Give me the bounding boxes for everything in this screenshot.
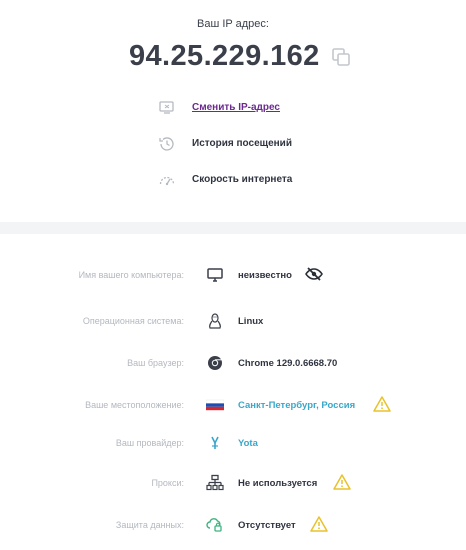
row-data-protection: Защита данных: Отсутствует xyxy=(0,514,466,538)
proxy-label: Прокси: xyxy=(151,478,184,488)
russia-flag-icon xyxy=(206,399,224,411)
browser-value: Chrome 129.0.6668.70 xyxy=(238,358,338,369)
provider-value[interactable]: Yota xyxy=(238,438,258,449)
os-label: Операционная система: xyxy=(82,316,184,326)
history-action[interactable]: История посещений xyxy=(0,135,466,155)
history-link[interactable]: История посещений xyxy=(192,138,292,149)
computer-name-label: Имя вашего компьютера: xyxy=(78,270,184,280)
data-protection-label: Защита данных: xyxy=(115,520,184,530)
speedometer-icon xyxy=(159,176,175,186)
location-value[interactable]: Санкт-Петербург, Россия xyxy=(238,400,355,411)
warning-icon xyxy=(310,516,328,532)
warning-icon xyxy=(333,474,351,490)
eye-slash-icon[interactable] xyxy=(305,266,323,282)
os-value: Linux xyxy=(238,316,264,327)
warning-icon xyxy=(373,396,391,412)
proxy-value: Не используется xyxy=(238,478,318,489)
network-icon xyxy=(206,474,224,491)
ip-label: Ваш IP адрес: xyxy=(197,18,269,30)
change-ip-icon xyxy=(159,101,174,114)
change-ip-link[interactable]: Сменить IP-адрес xyxy=(192,102,280,113)
section-divider xyxy=(0,222,466,234)
browser-label: Ваш браузер: xyxy=(127,358,184,368)
location-label: Ваше местоположение: xyxy=(85,400,184,410)
copy-icon[interactable] xyxy=(331,47,351,67)
row-browser: Ваш браузер: Chrome 129.0.6668.70 xyxy=(0,352,466,376)
row-location: Ваше местоположение: Санкт-Петербург, Ро… xyxy=(0,394,466,418)
speed-link[interactable]: Скорость интернета xyxy=(192,174,292,185)
monitor-icon xyxy=(207,268,223,282)
ip-address[interactable]: 94.25.229.162 xyxy=(129,40,320,73)
row-computer-name: Имя вашего компьютера: неизвестно xyxy=(0,264,466,288)
row-os: Операционная система: Linux xyxy=(0,310,466,334)
row-proxy: Прокси: Не используется xyxy=(0,472,466,496)
provider-label: Ваш провайдер: xyxy=(115,438,184,448)
data-protection-value: Отсутствует xyxy=(238,520,296,531)
provider-logo-icon xyxy=(211,436,219,449)
change-ip-action[interactable]: Сменить IP-адрес xyxy=(0,99,466,119)
chrome-icon xyxy=(208,356,222,370)
linux-icon xyxy=(209,313,221,329)
computer-name-value: неизвестно xyxy=(238,270,292,281)
speed-action[interactable]: Скорость интернета xyxy=(0,171,466,191)
cloud-lock-icon xyxy=(206,518,222,532)
history-icon xyxy=(159,137,174,151)
row-provider: Ваш провайдер: Yota xyxy=(0,432,466,456)
ip-section: Ваш IP адрес: 94.25.229.162 Сменить IP-а… xyxy=(0,0,466,222)
